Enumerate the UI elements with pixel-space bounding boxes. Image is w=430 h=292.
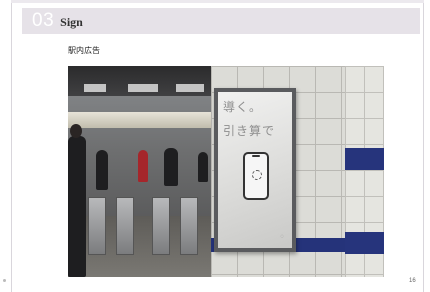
section-number: 03 [32,10,55,31]
smartphone-icon [243,152,269,200]
commuter-figure [198,152,208,182]
ceiling-sign [128,84,158,92]
ceiling-sign [176,84,204,92]
section-header: 03 Sign [22,8,420,34]
ceiling-sign [84,84,106,92]
previous-page-edge [0,0,12,292]
commuter-figure [96,150,108,190]
edge-marker [3,279,6,282]
brand-mark-icon: ◌ [280,234,284,240]
light-panel [68,112,218,128]
photo-caption: 駅内広告 [68,46,100,55]
page-number: 16 [409,278,416,284]
ad-poster-frame: 導く。 引き算で ◌ [214,88,296,252]
ticket-gate [152,197,170,255]
phone-notch [252,155,260,157]
section-title: Sign [60,14,83,29]
poster-headline-line1: 導く。 [223,100,263,114]
pillar-blue-stripe [345,232,384,254]
ticket-gate [180,197,198,255]
top-rule [11,0,424,3]
poster-headline-line2: 引き算で [223,124,276,138]
pillar-blue-stripe [345,148,384,170]
next-page-edge [423,0,430,292]
commuter-figure [68,136,86,277]
ticket-gate [88,197,106,255]
loader-icon [252,170,262,180]
commuter-head [70,124,82,138]
ad-poster: 導く。 引き算で ◌ [218,92,292,248]
commuter-figure [164,148,178,186]
station-ad-photo: 導く。 引き算で ◌ [68,66,384,277]
document-page: 03 Sign 駅内広告 導く。 引き算で ◌ 16 [0,0,430,292]
ticket-gate [116,197,134,255]
commuter-figure [138,150,148,182]
